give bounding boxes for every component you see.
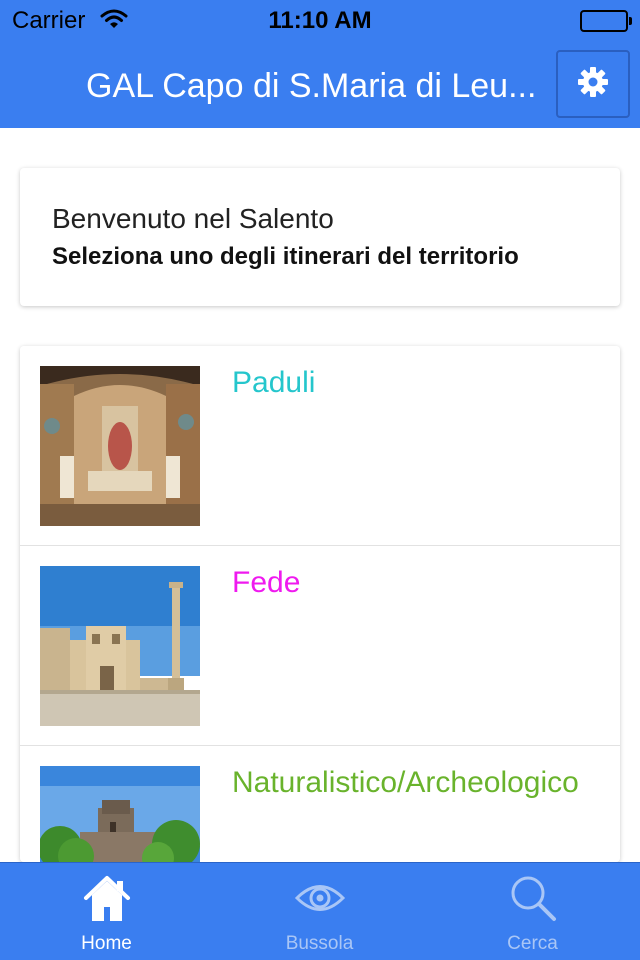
tab-bar: Home Bussola Cerca: [0, 862, 640, 960]
tab-label: Bussola: [285, 933, 354, 954]
itinerary-item-fede[interactable]: Fede: [20, 546, 620, 746]
itinerary-label: Naturalistico/Archeologico: [232, 766, 579, 799]
page-title: GAL Capo di S.Maria di Leu...: [86, 67, 537, 105]
welcome-title: Benvenuto nel Salento: [52, 203, 334, 234]
itinerary-item-paduli[interactable]: Paduli: [20, 346, 620, 546]
battery-icon: [580, 10, 632, 32]
tab-bussola[interactable]: Bussola: [213, 863, 426, 960]
home-icon: [82, 873, 132, 928]
itinerary-list: Paduli Fede Naturalistico/Archeologico: [20, 346, 620, 862]
tab-label: Home: [81, 933, 132, 954]
welcome-subtitle: Seleziona uno degli itinerari del territ…: [52, 243, 519, 270]
itinerary-item-naturalistico-archeologico[interactable]: Naturalistico/Archeologico: [20, 746, 620, 862]
settings-button[interactable]: [556, 50, 630, 118]
tab-cerca[interactable]: Cerca: [426, 863, 639, 960]
tower-trees-photo: [40, 766, 200, 862]
tab-home[interactable]: Home: [0, 863, 213, 960]
search-icon: [508, 873, 558, 928]
basilica-column-photo: [40, 566, 200, 726]
itinerary-label: Fede: [232, 566, 301, 599]
top-bar: Carrier 11:10 AM GAL Capo di S.Maria di …: [0, 0, 640, 128]
status-time: 11:10 AM: [268, 7, 372, 34]
tab-label: Cerca: [507, 933, 558, 954]
itinerary-label: Paduli: [232, 366, 316, 399]
status-bar: Carrier 11:10 AM: [0, 0, 640, 40]
church-interior-photo: [40, 366, 200, 526]
eye-icon: [294, 873, 346, 928]
gear-icon: [577, 66, 609, 103]
screen: Carrier 11:10 AM GAL Capo di S.Maria di …: [0, 0, 640, 960]
welcome-card: Benvenuto nel Salento Seleziona uno degl…: [20, 168, 620, 306]
